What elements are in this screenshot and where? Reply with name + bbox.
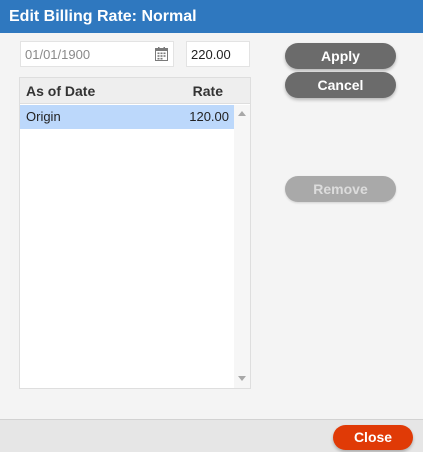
cell-as-of-date: Origin xyxy=(26,109,61,124)
close-button[interactable]: Close xyxy=(333,425,413,450)
remove-button[interactable]: Remove xyxy=(285,176,396,202)
cell-rate: 120.00 xyxy=(189,109,229,124)
apply-button[interactable]: Apply xyxy=(285,43,396,69)
scroll-down-arrow-icon[interactable] xyxy=(238,376,246,381)
as-of-date-input[interactable] xyxy=(21,42,149,66)
dialog-title: Edit Billing Rate: Normal xyxy=(0,0,423,33)
edit-billing-rate-dialog: Edit Billing Rate: Normal Apply Cancel R… xyxy=(0,0,423,452)
cancel-button[interactable]: Cancel xyxy=(285,72,396,98)
table-row[interactable]: Origin 120.00 xyxy=(20,105,234,129)
column-header-rate[interactable]: Rate xyxy=(193,83,223,99)
calendar-icon[interactable] xyxy=(155,47,168,61)
grid-header: As of Date Rate xyxy=(20,78,250,104)
rate-field[interactable] xyxy=(186,41,250,67)
scroll-up-arrow-icon[interactable] xyxy=(238,111,246,116)
rate-input[interactable] xyxy=(187,42,249,66)
as-of-date-field[interactable] xyxy=(20,41,174,67)
column-header-as-of-date[interactable]: As of Date xyxy=(26,83,95,99)
rates-grid: As of Date Rate Origin 120.00 xyxy=(19,77,251,389)
grid-scrollbar[interactable] xyxy=(234,105,250,388)
